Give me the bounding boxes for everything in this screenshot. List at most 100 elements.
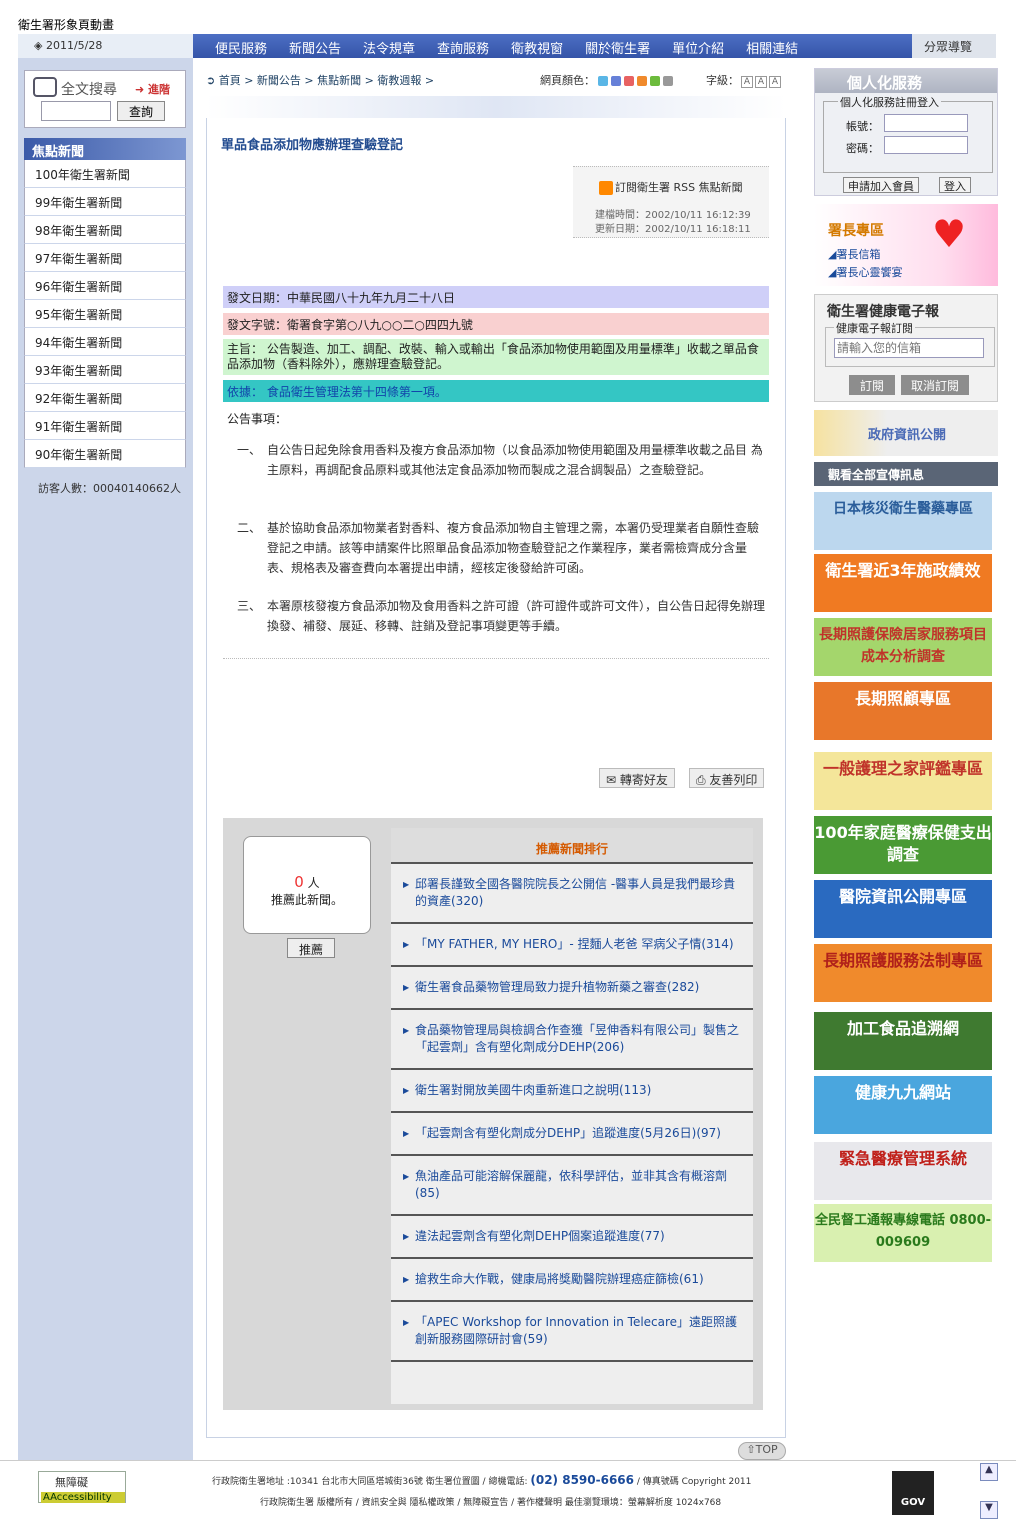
subscribe-button[interactable]: 訂閱 [849, 375, 895, 395]
promo-banner[interactable]: 緊急醫療管理系統 [814, 1142, 992, 1200]
article-title: 單品食品添加物應辦理查驗登記 [221, 138, 404, 153]
ranking-item[interactable]: 魚油產品可能溶解保麗龍，依科學評估，並非其含有概溶劑(85) [391, 1156, 753, 1216]
ranking-item[interactable]: 食品藥物管理局與檢調合作查獲「昱伸香料有限公司」製售之「起雲劑」含有塑化劑成分D… [391, 1010, 753, 1070]
divider [223, 658, 769, 659]
promo-banner[interactable]: 日本核災衛生醫藥專區 [814, 492, 992, 550]
recommend-button[interactable]: 推薦 [287, 938, 335, 958]
promo-banner[interactable]: 長期照顧專區 [814, 682, 992, 740]
notice-heading: 公告事項： [227, 412, 288, 426]
news-year-item[interactable]: 91年衛生署新聞 [24, 412, 186, 440]
site-title: 衛生署形象頁動畫 [18, 18, 115, 32]
search-button[interactable]: 查詢 [117, 101, 165, 121]
email-input[interactable] [834, 338, 984, 358]
nav-item[interactable]: 相關連結 [746, 38, 798, 57]
footer-links[interactable]: 行政院衛生署 版權所有 / 資訊安全與 隱私權政策 / 無障礙宣告 / 著作權聲… [260, 1495, 721, 1508]
font-size-large[interactable]: A [769, 76, 781, 88]
color-swatch[interactable] [624, 76, 634, 86]
print-button[interactable]: ⎙ 友善列印 [689, 768, 765, 788]
font-size-small[interactable]: A [741, 76, 753, 88]
forward-button[interactable]: ✉ 轉寄好友 [599, 768, 675, 788]
gov-info-banner[interactable]: 政府資訊公開 [814, 410, 998, 456]
director-link-label[interactable]: 署長信箱 [836, 248, 880, 261]
director-link-label[interactable]: 署長心靈饗宴 [836, 266, 902, 279]
notice-item: 三、 本署原核發複方食品添加物及食用香料之許可證（許可證件或許可文件），自公告日起… [237, 596, 765, 636]
font-size-picker: 字級： A A A [706, 72, 781, 88]
forward-label: 轉寄好友 [619, 773, 668, 787]
nav-item[interactable]: 衛教視窗 [511, 38, 563, 57]
login-legend: 個人化服務註冊登入 [838, 94, 941, 110]
epaper-title: 衛生署健康電子報 [827, 304, 939, 320]
ranking-item[interactable]: 搶救生命大作戰，健康局將獎勵醫院辦理癌症篩檢(61) [391, 1259, 753, 1302]
director-zone-title: 署長專區 [828, 223, 884, 239]
nav-item[interactable]: 查詢服務 [437, 38, 489, 57]
footer-address: 行政院衛生署地址 :10341 台北市大同區塔城街36號 衛生署位置圖 / 總機… [212, 1473, 751, 1487]
director-feast-link[interactable]: ◢署長心靈饗宴 [828, 264, 902, 280]
promo-banner[interactable]: 全民督工通報專線電話 0800-009609 [814, 1204, 992, 1262]
recommend-label: 推薦此新聞。 [270, 893, 343, 907]
ranking-item[interactable]: 邱署長謹致全國各醫院院長之公開信 -醫事人員是我們最珍貴的資產(320) [391, 864, 753, 924]
back-to-top-button[interactable]: ⇧TOP [738, 1442, 786, 1460]
advanced-label: 進階 [148, 83, 171, 96]
advanced-search-link[interactable]: ➜ 進階 [135, 81, 170, 97]
ranking-item[interactable]: 「MY FATHER, MY HERO」- 捏麵人老爸 罕病父子情(314) [391, 924, 753, 967]
color-swatch[interactable] [650, 76, 660, 86]
news-year-item[interactable]: 93年衛生署新聞 [24, 356, 186, 384]
color-swatch[interactable] [611, 76, 621, 86]
news-year-item[interactable]: 99年衛生署新聞 [24, 188, 186, 216]
scroll-up-arrow[interactable]: ▲ [980, 1463, 998, 1481]
join-member-button[interactable]: 申請加入會員 [843, 177, 919, 193]
color-swatch[interactable] [598, 76, 608, 86]
footer: 無障礙 AAccessibility 行政院衛生署地址 :10341 台北市大同區… [0, 1460, 1016, 1520]
news-year-item[interactable]: 96年衛生署新聞 [24, 272, 186, 300]
accessibility-badge[interactable]: 無障礙 AAccessibility [38, 1471, 126, 1503]
ranking-item[interactable]: 違法起雲劑含有塑化劑DEHP個案追蹤進度(77) [391, 1216, 753, 1259]
font-size-medium[interactable]: A [755, 76, 767, 88]
address-text: 行政院衛生署地址 :10341 台北市大同區塔城街36號 衛生署位置圖 / 總機… [212, 1477, 528, 1487]
rss-label[interactable]: 訂閱衛生署 RSS 焦點新聞 [615, 181, 743, 194]
promo-banner[interactable]: 醫院資訊公開專區 [814, 880, 992, 938]
news-year-item[interactable]: 100年衛生署新聞 [24, 160, 186, 188]
promo-banner[interactable]: 衛生署近3年施政績效 [814, 554, 992, 612]
view-all-promotions[interactable]: 觀看全部宣傳訊息 [814, 462, 998, 486]
nav-item[interactable]: 便民服務 [215, 38, 267, 57]
promo-banner[interactable]: 100年家庭醫療保健支出調查 [814, 816, 992, 874]
breadcrumb[interactable]: ➲ 首頁 > 新聞公告 > 焦點新聞 > 衛教週報 > [206, 72, 434, 88]
scroll-down-arrow[interactable]: ▼ [980, 1501, 998, 1519]
password-input[interactable] [884, 136, 968, 154]
promo-banner[interactable]: 長期照護保險居家服務項目成本分析調查 [814, 618, 992, 676]
login-button[interactable]: 登入 [939, 177, 971, 193]
rss-link[interactable]: 訂閱衛生署 RSS 焦點新聞 [599, 179, 743, 195]
promo-banner[interactable]: 加工食品追溯網 [814, 1012, 992, 1070]
color-swatch[interactable] [663, 76, 673, 86]
director-mailbox-link[interactable]: ◢署長信箱 [828, 246, 880, 262]
item-number: 一、 [237, 443, 262, 457]
account-label: 帳號： [846, 120, 879, 133]
ranking-item[interactable]: 「APEC Workshop for Innovation in Telecar… [391, 1302, 753, 1362]
search-input[interactable] [41, 101, 111, 121]
gov-info-label[interactable]: 政府資訊公開 [868, 424, 946, 443]
subject: 主旨： 公告製造、加工、調配、改裝、輸入或輸出「食品添加物使用範圍及用量標準」收… [223, 339, 769, 375]
nav-item[interactable]: 關於衛生署 [585, 38, 650, 57]
news-year-item[interactable]: 97年衛生署新聞 [24, 244, 186, 272]
nav-item[interactable]: 單位介紹 [672, 38, 724, 57]
nav-item[interactable]: 法令規章 [363, 38, 415, 57]
ranking-item[interactable]: 「起雲劑含有塑化劑成分DEHP」追蹤進度(5月26日)(97) [391, 1113, 753, 1156]
ranking-item[interactable]: 衛生署食品藥物管理局致力提升植物新藥之審查(282) [391, 967, 753, 1010]
breadcrumb-text[interactable]: 首頁 > 新聞公告 > 焦點新聞 > 衛教週報 > [219, 74, 434, 87]
rss-icon [599, 181, 613, 195]
news-year-item[interactable]: 95年衛生署新聞 [24, 300, 186, 328]
unsubscribe-button[interactable]: 取消訂閱 [901, 375, 969, 395]
news-year-item[interactable]: 92年衛生署新聞 [24, 384, 186, 412]
account-input[interactable] [884, 114, 968, 132]
ranking-item[interactable]: 衛生署對開放美國牛肉重新進口之說明(113) [391, 1070, 753, 1113]
promo-banner[interactable]: 一般護理之家評鑑專區 [814, 752, 992, 810]
news-year-item[interactable]: 98年衛生署新聞 [24, 216, 186, 244]
nav-item[interactable]: 新聞公告 [289, 38, 341, 57]
news-year-item[interactable]: 94年衛生署新聞 [24, 328, 186, 356]
color-swatch[interactable] [637, 76, 647, 86]
news-year-item[interactable]: 90年衛生署新聞 [24, 440, 186, 468]
gov-logo[interactable]: GOV [892, 1471, 934, 1515]
promo-banner[interactable]: 健康九九網站 [814, 1076, 992, 1134]
promo-banner[interactable]: 長期照護服務法制專區 [814, 944, 992, 1002]
sitemap-link[interactable]: 分眾導覽 [912, 34, 996, 58]
